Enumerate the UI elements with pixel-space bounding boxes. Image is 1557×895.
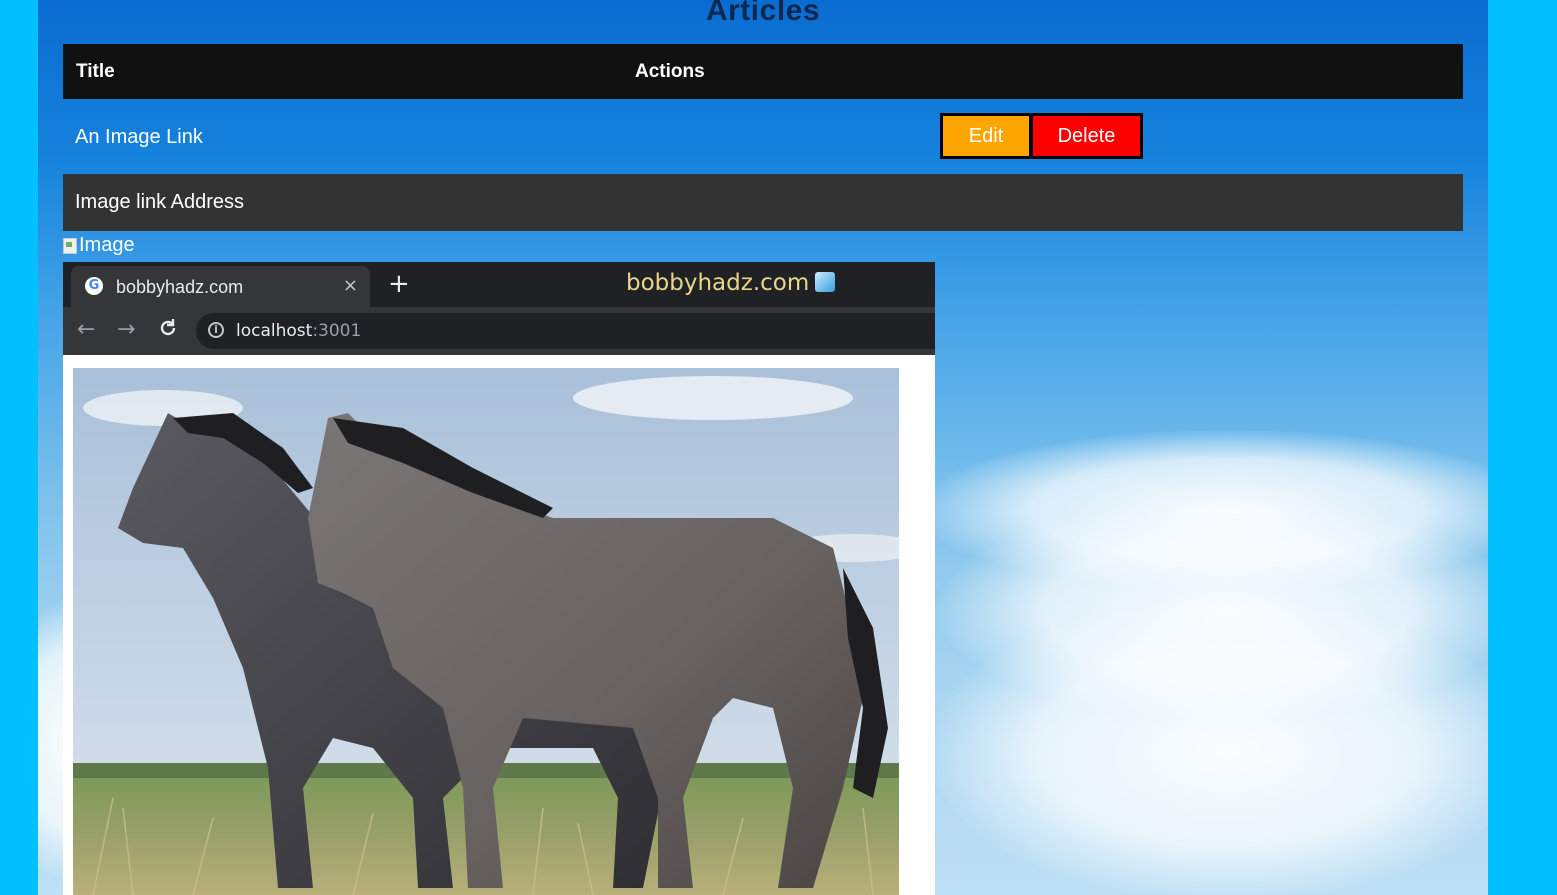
close-icon: ×	[342, 275, 358, 296]
article-title: An Image Link	[75, 126, 203, 148]
watermark-text: bobbyhadz.com	[626, 270, 810, 296]
page-title: Articles	[705, 0, 821, 27]
forward-arrow-icon: →	[117, 317, 136, 342]
article-image: G bobbyhadz.com × + bobbyhadz.com ← → i …	[63, 262, 935, 895]
delete-button[interactable]: Delete	[1030, 113, 1143, 159]
info-icon: i	[208, 322, 224, 338]
page-background: Articles Title Actions An Image Link Edi…	[38, 0, 1488, 895]
url-host: localhost	[236, 321, 313, 341]
plus-icon: +	[388, 269, 410, 299]
url-port: :3001	[312, 321, 362, 341]
screenshot-url: localhost:3001	[236, 321, 361, 341]
table-row: An Image Link Edit Delete	[63, 99, 1463, 174]
google-icon: G	[85, 277, 103, 295]
screenshot-tab: G bobbyhadz.com ×	[71, 266, 370, 307]
reload-icon-svg	[160, 319, 176, 336]
detail-row: Image link Address	[63, 174, 1463, 231]
back-arrow-icon: ←	[77, 317, 96, 342]
column-header-actions: Actions	[635, 61, 705, 82]
screenshot-toolbar: ← → i localhost:3001	[63, 307, 935, 355]
screenshot-watermark: bobbyhadz.com	[626, 270, 836, 296]
broken-image-icon	[63, 237, 77, 254]
column-header-title: Title	[76, 61, 115, 82]
screenshot-address-bar: i localhost:3001	[196, 313, 935, 349]
table-header: Title Actions	[63, 44, 1463, 99]
reload-icon	[157, 317, 179, 346]
image-link-address-label: Image link Address	[75, 191, 244, 213]
edit-button[interactable]: Edit	[940, 113, 1032, 159]
horses-illustration	[73, 368, 899, 895]
broken-image: Image	[63, 234, 135, 257]
horses-photo	[73, 368, 899, 895]
cube-icon	[815, 272, 836, 292]
broken-image-alt-text: Image	[79, 234, 135, 256]
screenshot-tab-title: bobbyhadz.com	[116, 277, 244, 297]
screenshot-tab-bar: G bobbyhadz.com × + bobbyhadz.com	[63, 262, 935, 307]
